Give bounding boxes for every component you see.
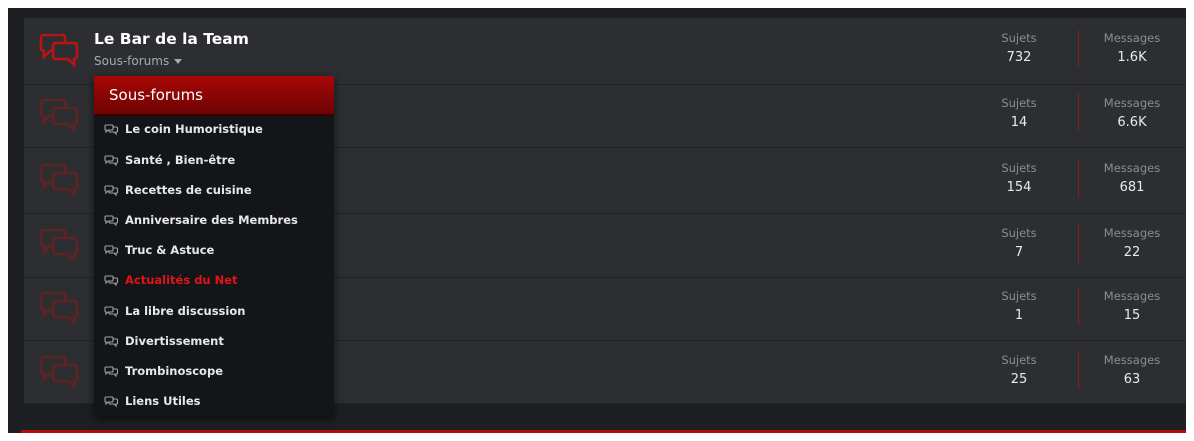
messages-stat: Messages 681 [1077,161,1186,195]
messages-stat: Messages 6.6K [1077,96,1186,130]
subforums-menu: Sous-forums Le coin Humoristique Santé ,… [94,76,334,416]
chat-bubbles-icon [39,164,79,198]
next-category-header-edge [21,430,1186,433]
topics-stat: Sujets 732 [964,31,1074,65]
menu-item-la-libre-discussion[interactable]: La libre discussion [104,296,245,326]
subforums-toggle[interactable]: Sous-forums [94,54,183,68]
topics-stat: Sujets 154 [964,161,1074,195]
menu-item-label: Actualités du Net [125,273,238,287]
chat-bubbles-icon [39,99,79,133]
topics-label: Sujets [1001,353,1037,367]
messages-stat: Messages 1.6K [1077,31,1186,65]
menu-item-label: Santé , Bien-être [125,153,236,167]
messages-label: Messages [1103,161,1161,175]
topics-count: 25 [1010,372,1028,387]
messages-label: Messages [1103,96,1161,110]
menu-item-label: Liens Utiles [125,394,201,408]
chat-bubbles-outline-icon [104,365,119,377]
messages-label: Messages [1103,226,1161,240]
messages-count: 15 [1123,308,1141,323]
topics-count: 14 [1010,115,1028,130]
caret-down-icon [174,59,183,64]
messages-label: Messages [1103,31,1161,45]
topics-stat: Sujets 1 [964,289,1074,323]
menu-item-truc-astuce[interactable]: Truc & Astuce [104,235,214,265]
chat-bubbles-outline-icon [104,184,119,196]
messages-stat: Messages 63 [1077,353,1186,387]
chat-bubbles-outline-icon [104,123,119,135]
topics-stat: Sujets 7 [964,226,1074,260]
subforums-label: Sous-forums [94,54,170,68]
topics-count: 7 [1014,245,1024,260]
topics-count: 732 [1006,50,1032,65]
menu-item-recettes-de-cuisine[interactable]: Recettes de cuisine [104,175,252,205]
chat-bubbles-icon [39,34,79,68]
menu-item-trombinoscope[interactable]: Trombinoscope [104,356,223,386]
messages-label: Messages [1103,353,1161,367]
menu-item-label: Divertissement [125,334,224,348]
menu-item-actualites-du-net[interactable]: Actualités du Net [104,265,238,295]
topics-stat: Sujets 14 [964,96,1074,130]
menu-item-label: Trombinoscope [125,364,223,378]
chat-bubbles-outline-icon [104,395,119,407]
topics-count: 154 [1006,180,1032,195]
topics-label: Sujets [1001,161,1037,175]
menu-item-anniversaire-des-membres[interactable]: Anniversaire des Membres [104,205,298,235]
messages-count: 681 [1119,180,1145,195]
messages-count: 1.6K [1117,50,1147,65]
forum-title[interactable]: Le Bar de la Team [94,30,249,48]
topics-label: Sujets [1001,96,1037,110]
messages-count: 63 [1123,372,1141,387]
chat-bubbles-icon [39,229,79,263]
chat-bubbles-icon [39,356,79,390]
menu-item-label: Anniversaire des Membres [125,213,298,227]
chat-bubbles-outline-icon [104,274,119,286]
topics-stat: Sujets 25 [964,353,1074,387]
topics-label: Sujets [1001,289,1037,303]
chat-bubbles-outline-icon [104,214,119,226]
messages-count: 6.6K [1117,115,1147,130]
topics-label: Sujets [1001,226,1037,240]
menu-item-liens-utiles[interactable]: Liens Utiles [104,386,200,416]
subforums-menu-title: Sous-forums [94,76,334,116]
chat-bubbles-outline-icon [104,154,119,166]
chat-bubbles-icon [39,292,79,326]
chat-bubbles-outline-icon [104,335,119,347]
messages-stat: Messages 22 [1077,226,1186,260]
chat-bubbles-outline-icon [104,244,119,256]
menu-item-label: Truc & Astuce [125,243,215,257]
menu-item-label: Le coin Humoristique [125,122,263,136]
menu-item-divertissement[interactable]: Divertissement [104,326,224,356]
forum-node[interactable]: Le Bar de la Team Sous-forums Sujets 732… [24,18,1186,85]
messages-label: Messages [1103,289,1161,303]
menu-item-label: Recettes de cuisine [125,183,252,197]
topics-count: 1 [1014,308,1024,323]
menu-item-le-coin-humoristique[interactable]: Le coin Humoristique [104,114,263,144]
menu-item-sante-bien-etre[interactable]: Santé , Bien-être [104,145,235,175]
menu-item-label: La libre discussion [125,304,246,318]
messages-stat: Messages 15 [1077,289,1186,323]
forum-list: Le Bar de la Team Sous-forums Sujets 732… [8,8,1186,433]
messages-count: 22 [1123,245,1141,260]
chat-bubbles-outline-icon [104,305,119,317]
topics-label: Sujets [1001,31,1037,45]
